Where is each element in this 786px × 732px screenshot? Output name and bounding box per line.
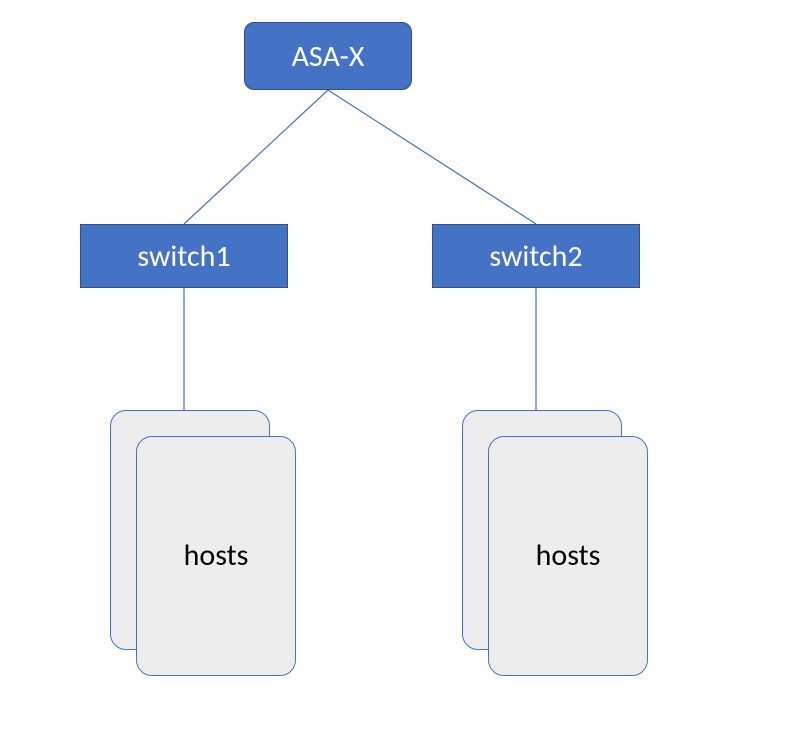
node-switch1-label: switch1 bbox=[137, 238, 230, 275]
hosts-label-left: hosts bbox=[137, 537, 295, 574]
node-switch2-label: switch2 bbox=[489, 238, 582, 275]
node-switch1: switch1 bbox=[80, 224, 288, 288]
node-asa-x-label: ASA-X bbox=[292, 38, 365, 75]
line-root-to-switch1 bbox=[184, 90, 328, 224]
hosts-card-front-right: hosts bbox=[488, 436, 648, 676]
line-root-to-switch2 bbox=[328, 90, 536, 224]
hosts-label-right: hosts bbox=[489, 537, 647, 574]
node-asa-x: ASA-X bbox=[244, 22, 412, 90]
hosts-card-front-left: hosts bbox=[136, 436, 296, 676]
node-switch2: switch2 bbox=[432, 224, 640, 288]
